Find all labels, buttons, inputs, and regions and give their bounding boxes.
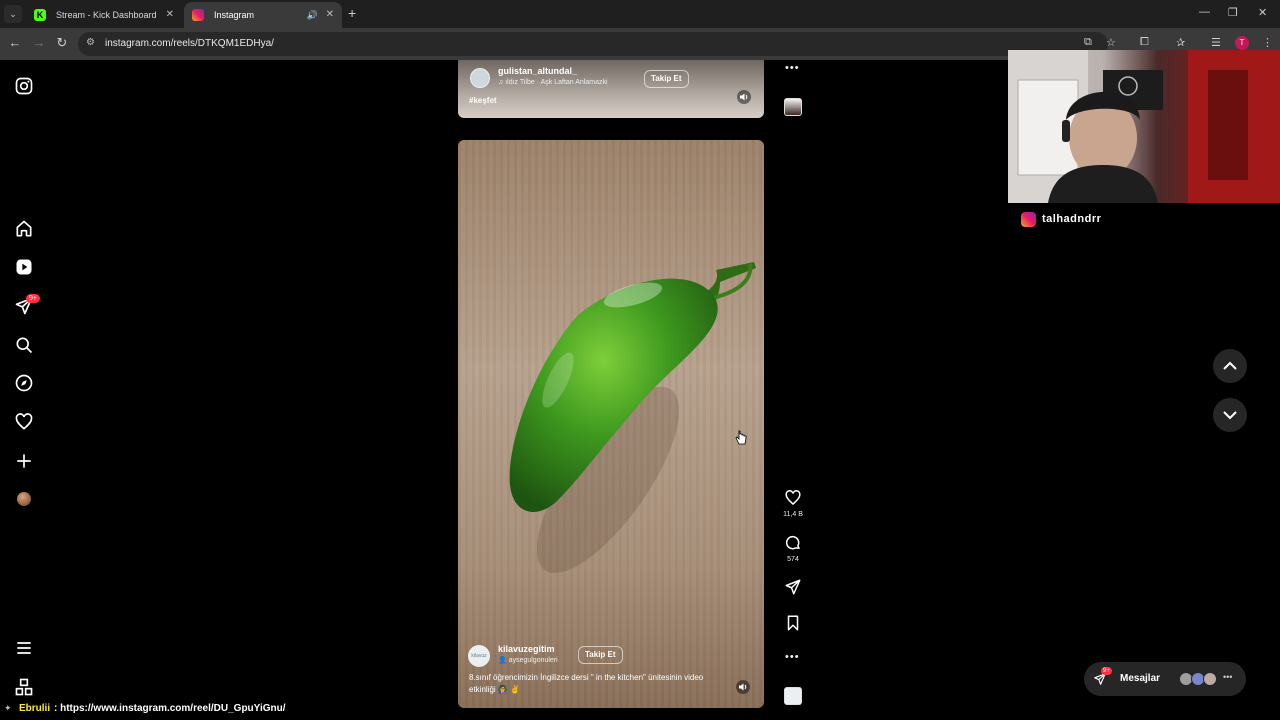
speaker-icon[interactable] [737, 90, 751, 104]
instagram-icon [1021, 212, 1036, 227]
back-icon[interactable]: ← [7, 35, 23, 50]
url-text: instagram.com/reels/DTKQM1EDHya/ [105, 38, 274, 49]
like-count[interactable]: 11,4 B [780, 511, 806, 518]
home-icon[interactable] [14, 219, 34, 239]
close-tab-icon[interactable]: ✕ [326, 2, 334, 28]
reel-music-label[interactable]: ♫ ıldız Tilbe · Aşk Laftan Anlamazki [498, 79, 608, 86]
browser-tab-bar: ⌄ K Stream - Kick Dashboard ✕ Instagram … [0, 0, 1280, 28]
instagram-logo-icon[interactable] [14, 76, 34, 96]
explore-icon[interactable] [14, 373, 34, 393]
reel-username[interactable]: kilavuzegitim [498, 644, 555, 654]
save-bookmark-icon[interactable] [784, 614, 802, 632]
tab-search-icon[interactable]: ⌄ [4, 5, 22, 23]
chat-message: ✦ Ebrulii : https://www.instagram.com/re… [0, 700, 420, 718]
follow-button[interactable]: Takip Et [578, 646, 623, 664]
heart-icon[interactable] [14, 412, 34, 432]
reel-username[interactable]: gulistan_altundal_ [498, 66, 577, 76]
green-pepper-image [509, 262, 756, 573]
reel-caption[interactable]: 8.sınıf öğrencimizin İngilizce dersi " i… [469, 672, 709, 696]
favorites-icon[interactable]: ✰ [1176, 36, 1185, 49]
reel-current[interactable]: kilavuz kilavuzegitim 👤 aysegulgonuleri … [458, 140, 764, 708]
comment-icon[interactable] [784, 534, 802, 552]
reel-tagged-user[interactable]: 👤 aysegulgonuleri [498, 656, 558, 664]
bookmark-star-icon[interactable]: ☆ [1106, 36, 1116, 49]
avatar[interactable]: kilavuz [468, 645, 490, 667]
share-icon[interactable] [784, 578, 802, 596]
new-tab-icon[interactable]: + [348, 5, 356, 21]
reel-previous[interactable]: gulistan_altundal_ ♫ ıldız Tilbe · Aşk L… [458, 60, 764, 118]
search-icon[interactable] [14, 335, 34, 355]
kick-icon: K [34, 9, 46, 21]
comment-count[interactable]: 574 [780, 556, 806, 563]
messages-badge: 9+ [1101, 667, 1112, 675]
avatar[interactable] [470, 68, 490, 88]
tab-instagram[interactable]: Instagram 🔊 ✕ [184, 2, 342, 28]
address-bar[interactable]: ⚙ instagram.com/reels/DTKQM1EDHya/ [78, 32, 1108, 56]
install-app-icon[interactable]: ⧉ [1084, 36, 1092, 49]
close-tab-icon[interactable]: ✕ [166, 2, 174, 28]
chat-text: : https://www.instagram.com/reel/DU_GpuY… [54, 703, 286, 714]
messages-label: Mesajlar [1120, 673, 1161, 684]
forward-icon[interactable]: → [31, 35, 47, 50]
close-window-icon[interactable]: ✕ [1258, 6, 1267, 19]
menu-icon[interactable]: ⋮ [1262, 36, 1273, 49]
follow-button[interactable]: Takip Et [644, 70, 689, 88]
audio-thumbnail[interactable] [784, 687, 802, 705]
webcam-feed-image [1008, 50, 1280, 203]
reload-icon[interactable]: ↻ [54, 35, 70, 51]
reading-list-icon[interactable]: ☰ [1211, 36, 1221, 49]
tab-kick-dashboard[interactable]: K Stream - Kick Dashboard ✕ [26, 2, 182, 28]
tab-audio-icon[interactable]: 🔊 [307, 2, 318, 28]
tab-title: Instagram [214, 10, 255, 20]
webcam-overlay [1008, 50, 1280, 203]
instagram-sidebar: 9+ [0, 60, 48, 720]
next-reel-button[interactable] [1213, 398, 1247, 432]
tab-title: Stream - Kick Dashboard [56, 10, 157, 20]
avatar [1203, 672, 1217, 686]
reel-actions: 11,4 B 574 ••• [780, 60, 806, 720]
streamer-handle: talhadndrr [1042, 213, 1102, 225]
tagged-username: aysegulgonuleri [508, 657, 558, 664]
notification-badge: 9+ [26, 294, 40, 303]
profile-avatar-icon[interactable] [17, 492, 31, 506]
like-heart-icon[interactable] [784, 489, 802, 507]
also-from-meta-icon[interactable] [14, 677, 34, 697]
messages-button[interactable]: 9+ Mesajlar ••• [1084, 662, 1246, 696]
chat-username: Ebrulii [19, 703, 51, 714]
site-info-icon[interactable]: ⚙ [86, 37, 98, 49]
music-title: ıldız Tilbe · Aşk Laftan Anlamazki [505, 79, 608, 86]
speaker-icon[interactable] [736, 680, 750, 694]
profile-avatar[interactable]: T [1235, 36, 1249, 50]
create-plus-icon[interactable] [14, 451, 34, 471]
hand-cursor-icon [735, 430, 747, 445]
reels-icon[interactable] [14, 257, 34, 277]
reel-hashtag[interactable]: #keşfet [469, 96, 497, 105]
chat-badge-icon: ✦ [4, 703, 12, 713]
minimize-icon[interactable]: — [1199, 6, 1210, 18]
more-menu-icon[interactable] [14, 638, 34, 658]
previous-reel-button[interactable] [1213, 349, 1247, 383]
more-options-icon[interactable]: ••• [785, 651, 800, 663]
extensions-icon[interactable]: ⧠ [1140, 36, 1149, 49]
restore-icon[interactable]: ❐ [1228, 6, 1238, 19]
more-icon: ••• [1223, 672, 1233, 682]
instagram-icon [192, 9, 204, 21]
